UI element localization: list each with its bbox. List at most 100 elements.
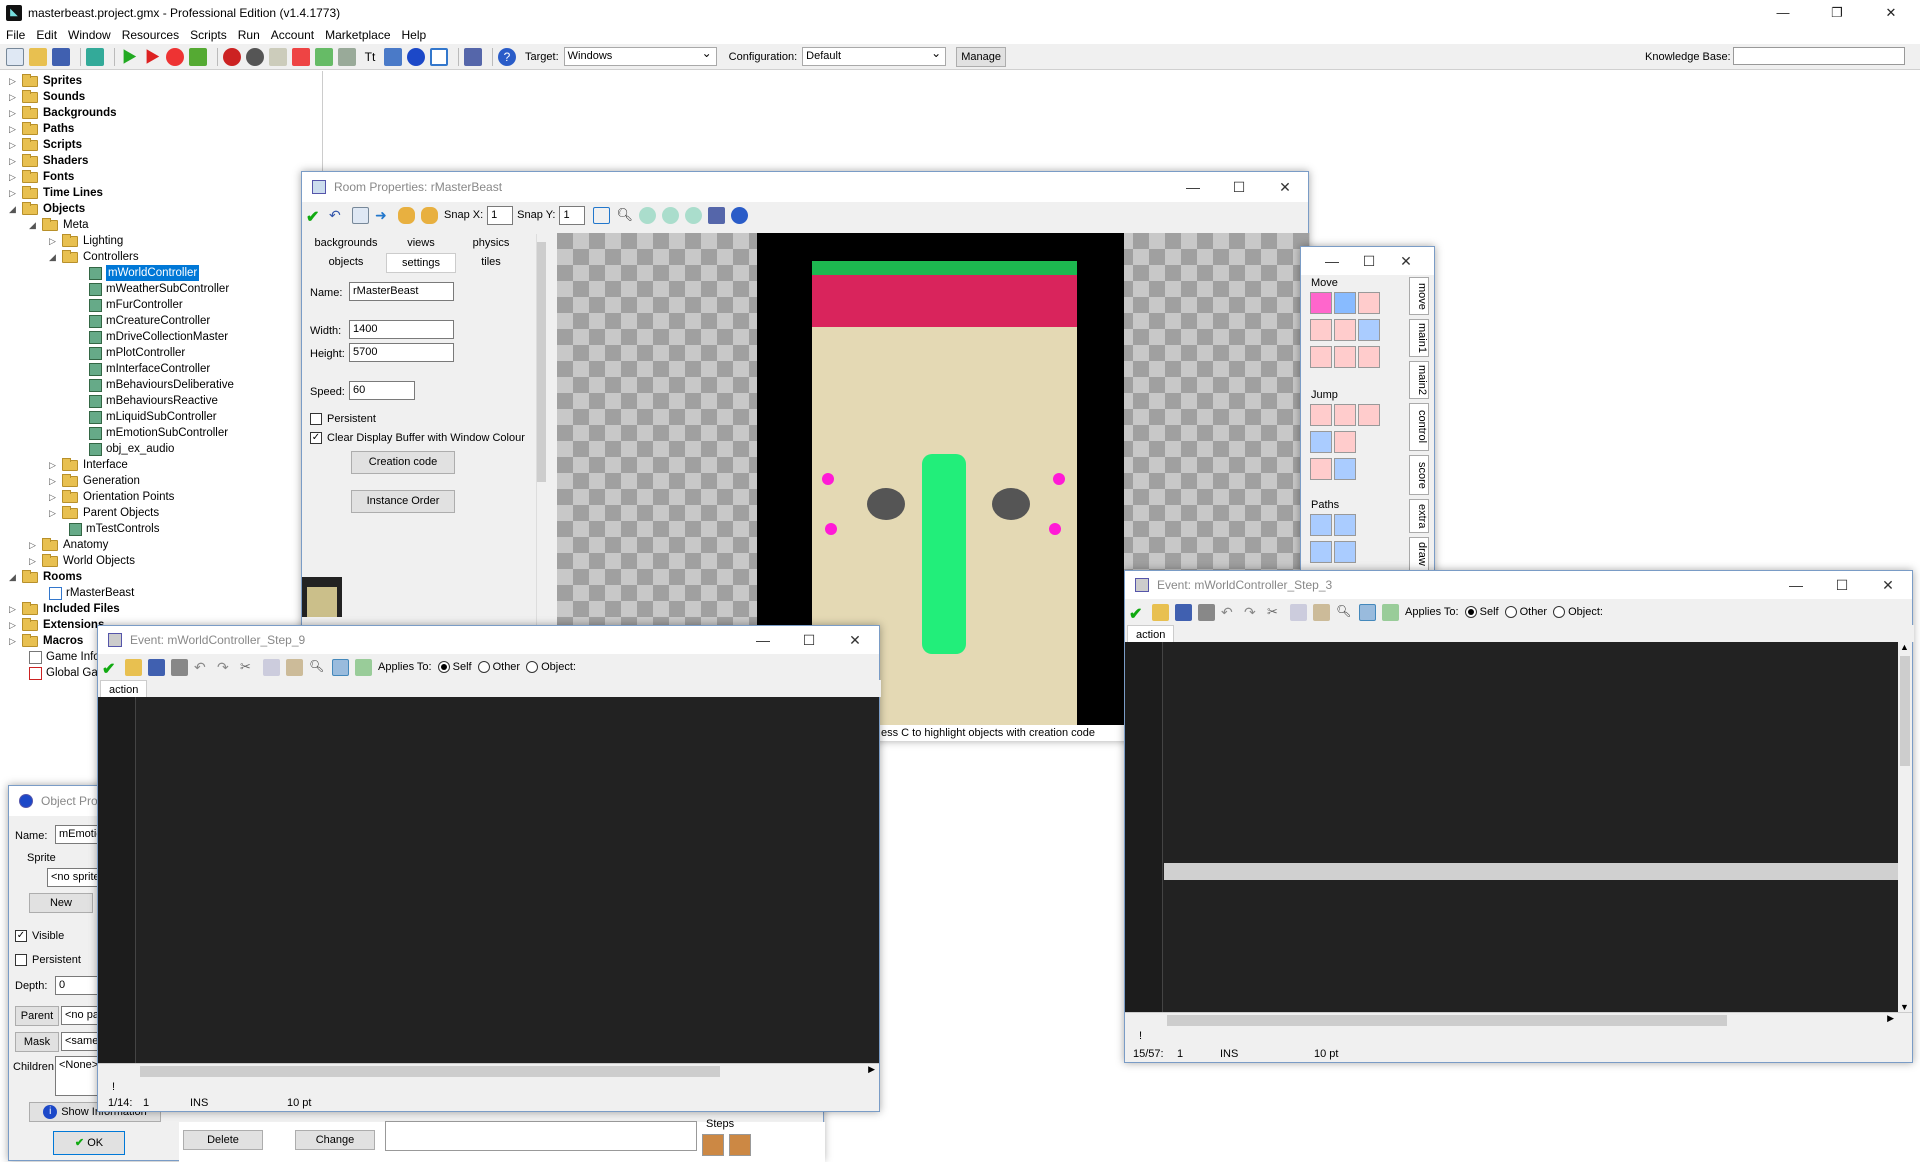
tree-paths[interactable]: ▷ Paths bbox=[9, 121, 74, 137]
hand-select-icon[interactable] bbox=[421, 206, 438, 224]
paste-icon[interactable] bbox=[1313, 603, 1330, 621]
tree-game-info[interactable]: Game Info bbox=[29, 649, 100, 665]
copy-icon[interactable] bbox=[1290, 603, 1307, 621]
visible-checkbox[interactable]: ✓ Visible bbox=[15, 930, 64, 943]
tree-object-item[interactable]: mEmotionSubController bbox=[89, 425, 228, 441]
tab-draw[interactable]: draw bbox=[1409, 537, 1429, 571]
object-icon[interactable] bbox=[407, 47, 425, 66]
new-sprite-button[interactable]: New bbox=[29, 893, 93, 913]
background-icon[interactable] bbox=[269, 47, 287, 66]
action-icon[interactable] bbox=[1310, 319, 1332, 341]
room-width-input[interactable]: 1400 bbox=[349, 320, 454, 339]
path-icon[interactable] bbox=[292, 47, 310, 66]
hand-icon[interactable] bbox=[398, 206, 415, 224]
room-close-button[interactable]: ✕ bbox=[1262, 172, 1308, 202]
copy-icon[interactable] bbox=[263, 658, 280, 676]
tree-lighting[interactable]: ▷ Lighting bbox=[49, 233, 123, 249]
tree-object-item[interactable]: mBehavioursDeliberative bbox=[89, 377, 234, 393]
action-icon[interactable] bbox=[1358, 404, 1380, 426]
room-minimize-button[interactable]: — bbox=[1170, 172, 1216, 202]
event2-minimize-button[interactable]: — bbox=[1773, 570, 1819, 600]
settings-icon[interactable] bbox=[464, 47, 482, 66]
persistent-checkbox[interactable]: Persistent bbox=[310, 413, 376, 426]
menu-marketplace[interactable]: Marketplace bbox=[325, 28, 390, 42]
action-icon[interactable] bbox=[1334, 431, 1356, 453]
tree-scripts[interactable]: ▷ Scripts bbox=[9, 137, 82, 153]
clean-icon[interactable] bbox=[189, 47, 207, 66]
open-folder-icon[interactable] bbox=[29, 47, 47, 66]
tree-controllers[interactable]: ◢ Controllers bbox=[49, 249, 139, 265]
menu-help[interactable]: Help bbox=[402, 28, 427, 42]
clear-buffer-checkbox[interactable]: ✓ Clear Display Buffer with Window Colour bbox=[310, 432, 525, 445]
tree-interface[interactable]: ▷ Interface bbox=[49, 457, 128, 473]
snap-x-input[interactable]: 1 bbox=[487, 205, 514, 225]
script-icon[interactable] bbox=[315, 47, 333, 66]
event1-close-button[interactable]: ✕ bbox=[832, 625, 878, 655]
actions-close-button[interactable]: ✕ bbox=[1383, 246, 1429, 276]
menu-account[interactable]: Account bbox=[271, 28, 314, 42]
delete-event-button[interactable]: Delete bbox=[183, 1130, 263, 1150]
action-icon[interactable] bbox=[1334, 458, 1356, 480]
tree-macros[interactable]: ▷ Macros bbox=[9, 633, 83, 649]
redo-icon[interactable]: ↷ bbox=[217, 659, 234, 676]
clear-icon[interactable] bbox=[352, 206, 369, 224]
undo-icon[interactable]: ↶ bbox=[1221, 604, 1238, 621]
stop-icon[interactable] bbox=[166, 47, 184, 66]
save-icon[interactable] bbox=[148, 658, 165, 676]
code-folding-icon[interactable] bbox=[332, 658, 349, 676]
tree-global-game[interactable]: Global Ga bbox=[29, 665, 98, 681]
menu-file[interactable]: File bbox=[6, 28, 25, 42]
export-icon[interactable] bbox=[86, 47, 104, 66]
actions-list-box[interactable] bbox=[385, 1121, 697, 1151]
tree-room-item[interactable]: rMasterBeast bbox=[49, 585, 134, 601]
event2-close-button[interactable]: ✕ bbox=[1865, 570, 1911, 600]
mask-button[interactable]: Mask bbox=[15, 1032, 59, 1052]
code-folding-icon[interactable] bbox=[1359, 603, 1376, 621]
action-icon[interactable] bbox=[1310, 458, 1332, 480]
insert-icon[interactable] bbox=[1382, 603, 1399, 621]
tree-object-item[interactable]: mFurController bbox=[89, 297, 183, 313]
parent-button[interactable]: Parent bbox=[15, 1006, 59, 1026]
configuration-select[interactable]: Default bbox=[802, 45, 947, 66]
tab-physics[interactable]: physics bbox=[456, 234, 526, 252]
close-button[interactable]: ✕ bbox=[1868, 0, 1914, 25]
event2-maximize-button[interactable]: ☐ bbox=[1819, 570, 1865, 600]
tab-backgrounds[interactable]: backgrounds bbox=[306, 234, 386, 252]
shader-icon[interactable] bbox=[338, 47, 356, 66]
tree-timelines[interactable]: ▷ Time Lines bbox=[9, 185, 103, 201]
redo-icon[interactable]: ↷ bbox=[1244, 604, 1261, 621]
tree-meta[interactable]: ◢ Meta bbox=[29, 217, 89, 233]
action-icon[interactable] bbox=[1310, 292, 1332, 314]
tree-anatomy[interactable]: ▷ Anatomy bbox=[29, 537, 108, 553]
tab-objects[interactable]: objects bbox=[306, 253, 386, 273]
sprite-icon[interactable] bbox=[223, 47, 241, 66]
tree-object-item[interactable]: mDriveCollectionMaster bbox=[89, 329, 228, 345]
room-help-icon[interactable] bbox=[731, 206, 749, 224]
zoom-in-icon[interactable] bbox=[685, 206, 703, 224]
tab-main1[interactable]: main1 bbox=[1409, 319, 1429, 357]
tree-extensions[interactable]: ▷ Extensions bbox=[9, 617, 104, 633]
action-icon[interactable] bbox=[1334, 346, 1356, 368]
ok-button[interactable]: ✔ OK bbox=[53, 1131, 125, 1155]
shift-icon[interactable]: ➜ bbox=[375, 207, 392, 224]
tree-object-item[interactable]: obj_ex_audio bbox=[89, 441, 174, 457]
tab-move[interactable]: move bbox=[1409, 277, 1429, 315]
load-icon[interactable] bbox=[1152, 603, 1169, 621]
target-select[interactable]: Windows bbox=[563, 45, 717, 66]
tree-rooms[interactable]: ◢ Rooms bbox=[9, 569, 82, 585]
menu-run[interactable]: Run bbox=[238, 28, 260, 42]
tree-object-item[interactable]: mLiquidSubController bbox=[89, 409, 217, 425]
event1-maximize-button[interactable]: ☐ bbox=[786, 625, 832, 655]
room-settings-icon[interactable] bbox=[708, 206, 726, 224]
horizontal-scrollbar[interactable]: ▶ bbox=[1125, 1012, 1912, 1028]
action-icon[interactable] bbox=[1310, 541, 1332, 563]
applies-other-radio[interactable]: Other bbox=[1504, 606, 1547, 619]
menu-window[interactable]: Window bbox=[68, 28, 111, 42]
applies-object-radio[interactable]: Object: bbox=[1553, 606, 1603, 619]
sound-icon[interactable] bbox=[246, 47, 264, 66]
tab-extra[interactable]: extra bbox=[1409, 499, 1429, 533]
code-editor[interactable] bbox=[1125, 642, 1898, 1012]
tab-main2[interactable]: main2 bbox=[1409, 361, 1429, 399]
font-icon[interactable]: Tt bbox=[361, 48, 379, 66]
tree-shaders[interactable]: ▷ Shaders bbox=[9, 153, 88, 169]
